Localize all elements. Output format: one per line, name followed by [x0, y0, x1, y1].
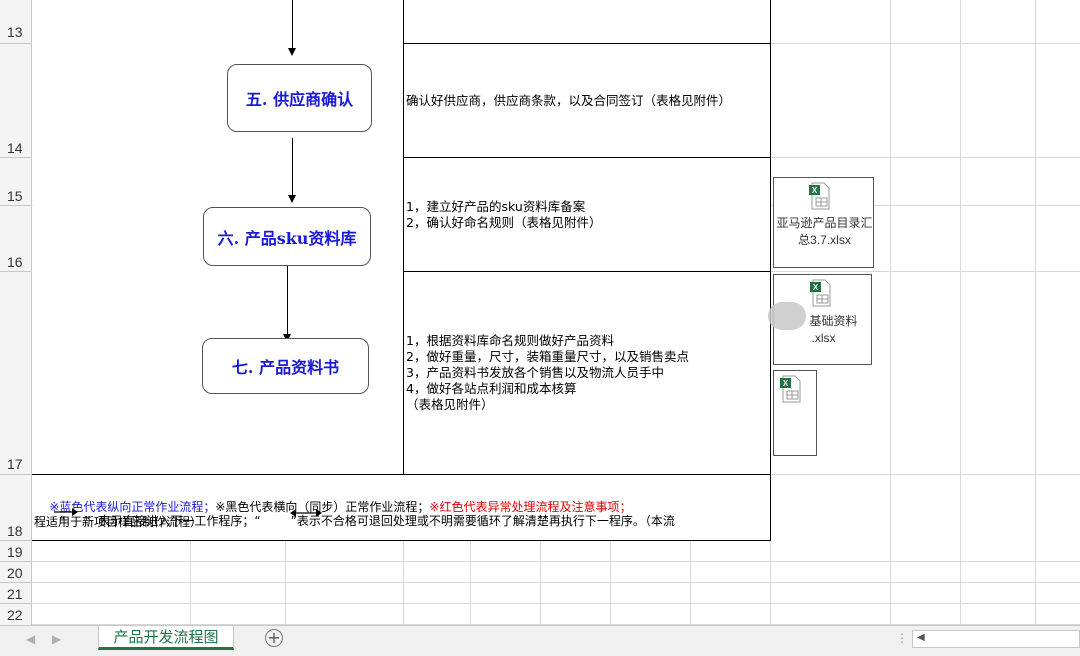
row-number-20[interactable]: 20 [0, 565, 37, 581]
row-number-18[interactable]: 18 [0, 523, 37, 539]
row-number-19[interactable]: 19 [0, 544, 37, 560]
scroll-left-icon[interactable]: ◀ [917, 632, 925, 643]
sheet-tab-bar: ◀ ▶ 产品开发流程图 + ⋮ ◀ [0, 625, 1080, 656]
flow-step-label: 五. 供应商确认 [245, 90, 354, 109]
svg-text:X: X [783, 379, 789, 388]
attachment-excel-untitled[interactable]: X [773, 370, 817, 456]
worksheet-grid[interactable]: 13 14 15 16 17 18 19 20 21 22 五. 供应商确认 六… [0, 0, 1080, 625]
attachment-excel-catalog[interactable]: X 亚马逊产品目录汇 总3.7.xlsx [773, 177, 874, 268]
attachment-name-ext: .xlsx [811, 331, 836, 345]
excel-file-icon: X [810, 279, 831, 307]
flow-step-supplier-confirm[interactable]: 五. 供应商确认 [227, 64, 372, 132]
sheet-tab-active[interactable]: 产品开发流程图 [98, 626, 234, 650]
step-description[interactable]: 1，建立好产品的sku资料库备案 2，确认好命名规则（表格见附件） [406, 199, 601, 231]
sheet-tab-label: 产品开发流程图 [113, 628, 219, 646]
prev-sheet-icon[interactable]: ◀ [26, 632, 35, 646]
row-number-14[interactable]: 14 [0, 140, 37, 156]
arrow-down-icon [288, 195, 296, 203]
flow-connector [287, 266, 288, 335]
split-handle-icon[interactable]: ⋮ [896, 631, 908, 645]
row-number-13[interactable]: 13 [0, 24, 37, 40]
flow-step-label: 六. 产品sku资料库 [217, 228, 357, 248]
attachment-excel-basic-info[interactable]: X 基础资料 .xlsx [768, 274, 872, 365]
double-arrow-icon [290, 509, 322, 517]
legend-loop-text: ”表示不合格可退回处理或不明需要循环了解清楚再执行下一程序。（本流 [290, 514, 675, 528]
next-sheet-icon[interactable]: ▶ [52, 632, 61, 646]
row-header[interactable]: 13 14 15 16 17 18 19 20 21 22 [0, 0, 32, 625]
excel-file-icon: X [809, 182, 830, 210]
step-description[interactable]: 确认好供应商，供应商条款，以及合同签订（表格见附件） [406, 93, 731, 109]
flow-step-label: 七. 产品资料书 [231, 358, 340, 377]
flow-step-sku-database[interactable]: 六. 产品sku资料库 [203, 207, 371, 266]
horizontal-scrollbar[interactable]: ◀ [912, 630, 1080, 648]
flow-connector [292, 138, 293, 196]
row-number-17[interactable]: 17 [0, 456, 37, 472]
row-number-15[interactable]: 15 [0, 188, 37, 204]
row-number-22[interactable]: 22 [0, 607, 37, 623]
row-number-21[interactable]: 21 [0, 586, 37, 602]
attachment-name: 亚马逊产品目录汇 [776, 216, 873, 230]
svg-text:X: X [813, 283, 819, 292]
plus-circle-icon[interactable]: + [265, 629, 283, 647]
legend-note-line3: 程适用于新项目样品制作流程） [34, 515, 203, 529]
step-description[interactable]: 1，根据资料库命名规则做好产品资料 2，做好重量，尺寸，装箱重量尺寸，以及销售卖… [406, 333, 689, 413]
svg-text:X: X [812, 186, 818, 195]
flow-connector [292, 0, 293, 50]
excel-file-icon: X [780, 375, 801, 403]
row-number-16[interactable]: 16 [0, 254, 37, 270]
attachment-name-ext: 总3.7.xlsx [798, 233, 851, 247]
scroll-grabber-overlay[interactable] [768, 302, 806, 330]
arrow-down-icon [288, 48, 296, 56]
flow-step-product-datasheet[interactable]: 七. 产品资料书 [202, 338, 369, 394]
